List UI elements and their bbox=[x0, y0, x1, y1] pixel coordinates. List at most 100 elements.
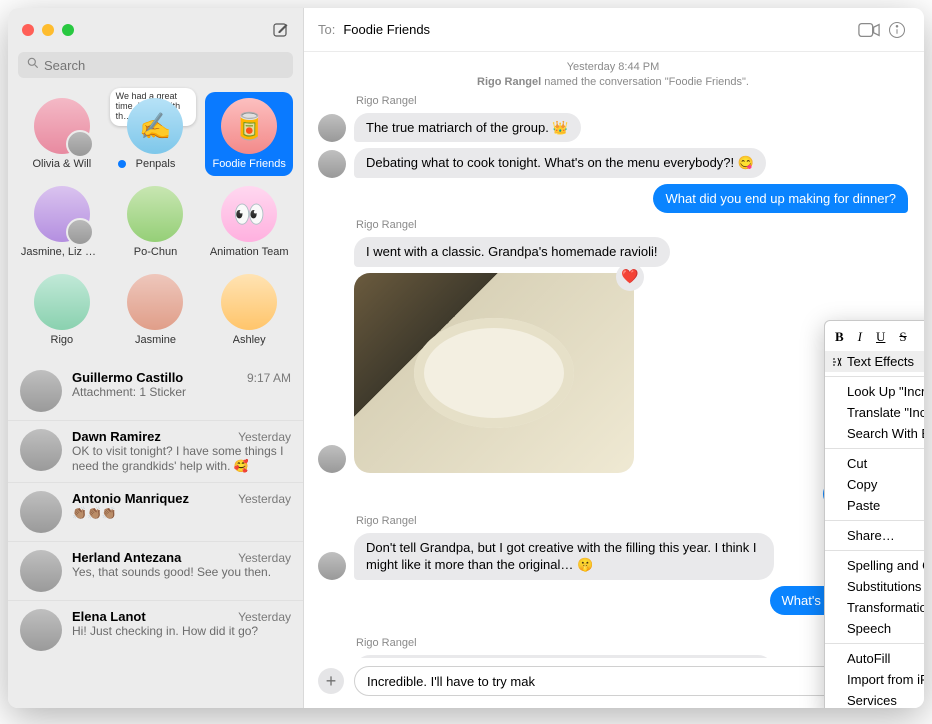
menu-text-effects[interactable]: Text Effects› bbox=[825, 351, 924, 372]
avatar bbox=[20, 370, 62, 412]
contact-name: Herland Antezana bbox=[72, 550, 181, 565]
pin-label: Rigo bbox=[51, 334, 74, 346]
message-bubble[interactable]: Don't tell Grandpa, but I got creative w… bbox=[354, 533, 774, 580]
pin-animation-team[interactable]: 👀 Animation Team bbox=[205, 180, 293, 264]
info-button[interactable] bbox=[888, 21, 910, 39]
menu-search-web[interactable]: Search With Ecosia bbox=[825, 423, 924, 444]
preview-text: Hi! Just checking in. How did it go? bbox=[72, 624, 291, 639]
list-item[interactable]: Herland AntezanaYesterday Yes, that soun… bbox=[8, 541, 303, 600]
preview-text: Yes, that sounds good! See you then. bbox=[72, 565, 291, 580]
avatar bbox=[20, 491, 62, 533]
contact-name: Antonio Manriquez bbox=[72, 491, 189, 506]
menu-label: Services bbox=[847, 693, 897, 708]
message-out: What did you end up making for dinner? bbox=[318, 184, 908, 214]
message-in: Don't tell Grandpa, but I got creative w… bbox=[318, 533, 908, 580]
message-image: ❤️ bbox=[318, 273, 908, 473]
menu-share[interactable]: Share… bbox=[825, 525, 924, 546]
message-bubble[interactable]: I went with a classic. Grandpa's homemad… bbox=[354, 237, 670, 267]
search-input[interactable] bbox=[18, 52, 293, 78]
avatar bbox=[34, 274, 90, 330]
menu-autofill[interactable]: AutoFill› bbox=[825, 648, 924, 669]
heart-tapback-icon[interactable]: ❤️ bbox=[616, 263, 644, 291]
avatar bbox=[318, 150, 346, 178]
context-menu: B I U S Text Effects› Look Up "Incredibl… bbox=[824, 320, 924, 708]
menu-transformations[interactable]: Transformations› bbox=[825, 597, 924, 618]
read-receipt: Read bbox=[318, 621, 908, 633]
minimize-window-button[interactable] bbox=[42, 24, 54, 36]
message-input[interactable] bbox=[354, 666, 882, 696]
message-bubble[interactable]: Debating what to cook tonight. What's on… bbox=[354, 148, 766, 178]
sender-label: Rigo Rangel bbox=[356, 95, 908, 107]
system-event: Rigo Rangel named the conversation "Food… bbox=[318, 75, 908, 90]
menu-copy[interactable]: Copy bbox=[825, 474, 924, 495]
menu-paste[interactable]: Paste bbox=[825, 495, 924, 516]
titlebar bbox=[8, 8, 303, 52]
pin-label: Olivia & Will bbox=[32, 158, 91, 170]
avatar bbox=[20, 550, 62, 592]
pinned-grid: Olivia & Will We had a great time. Home … bbox=[8, 86, 303, 362]
list-item[interactable]: Guillermo Castillo9:17 AM Attachment: 1 … bbox=[8, 362, 303, 420]
menu-label: Spelling and Grammar bbox=[847, 558, 924, 573]
preview-text: Attachment: 1 Sticker bbox=[72, 385, 291, 400]
video-call-button[interactable] bbox=[858, 22, 880, 38]
close-window-button[interactable] bbox=[22, 24, 34, 36]
timestamp: Yesterday bbox=[238, 610, 291, 624]
to-label: To: bbox=[318, 22, 335, 37]
menu-lookup[interactable]: Look Up "Incredible. I'll have to try…" bbox=[825, 381, 924, 402]
compose-button[interactable] bbox=[271, 21, 289, 39]
avatar bbox=[34, 186, 90, 242]
pin-penpals[interactable]: We had a great time. Home with th… ✍️ Pe… bbox=[112, 92, 200, 176]
list-item[interactable]: Antonio ManriquezYesterday 👏🏽👏🏽👏🏽 bbox=[8, 482, 303, 541]
list-item[interactable]: Elena Lanot Yesterday Hi! Just checking i… bbox=[8, 600, 303, 659]
list-item[interactable]: Dawn RamirezYesterday OK to visit tonigh… bbox=[8, 420, 303, 482]
menu-label: Cut bbox=[847, 456, 867, 471]
pin-rigo[interactable]: Rigo bbox=[18, 268, 106, 352]
app-window: Olivia & Will We had a great time. Home … bbox=[8, 8, 924, 708]
bold-button[interactable]: B bbox=[835, 329, 844, 345]
format-toolbar: B I U S bbox=[825, 325, 924, 351]
italic-button[interactable]: I bbox=[858, 329, 862, 345]
window-controls bbox=[22, 24, 74, 36]
avatar bbox=[127, 186, 183, 242]
menu-spelling[interactable]: Spelling and Grammar› bbox=[825, 555, 924, 576]
separator bbox=[825, 376, 924, 377]
pin-label: Foodie Friends bbox=[212, 158, 285, 170]
pin-olivia-will[interactable]: Olivia & Will bbox=[18, 92, 106, 176]
pin-foodie-friends[interactable]: 🥫 Foodie Friends bbox=[205, 92, 293, 176]
timestamp: 9:17 AM bbox=[247, 371, 291, 385]
text-effects-icon bbox=[831, 356, 843, 368]
message-bubble[interactable]: The true matriarch of the group. 👑 bbox=[354, 113, 581, 143]
menu-services[interactable]: Services› bbox=[825, 690, 924, 708]
menu-substitutions[interactable]: Substitutions› bbox=[825, 576, 924, 597]
menu-speech[interactable]: Speech› bbox=[825, 618, 924, 639]
menu-label: Speech bbox=[847, 621, 891, 636]
zoom-window-button[interactable] bbox=[62, 24, 74, 36]
add-attachment-button[interactable]: + bbox=[318, 668, 344, 694]
menu-translate[interactable]: Translate "Incredible. I'll have to try…… bbox=[825, 402, 924, 423]
message-bubble[interactable]: What did you end up making for dinner? bbox=[653, 184, 908, 214]
pin-jasmine[interactable]: Jasmine bbox=[112, 268, 200, 352]
message-in: I went with a classic. Grandpa's homemad… bbox=[318, 237, 908, 267]
avatar: 👀 bbox=[221, 186, 277, 242]
menu-label: Copy bbox=[847, 477, 877, 492]
avatar: 🥫 bbox=[221, 98, 277, 154]
image-attachment[interactable]: ❤️ bbox=[354, 273, 634, 473]
message-in: The true matriarch of the group. 👑 bbox=[318, 113, 908, 143]
menu-label: Text Effects bbox=[847, 354, 914, 369]
strikethrough-button[interactable]: S bbox=[899, 329, 906, 345]
pin-pochun[interactable]: Po-Chun bbox=[112, 180, 200, 264]
pin-label: Jasmine bbox=[135, 334, 176, 346]
menu-cut[interactable]: Cut bbox=[825, 453, 924, 474]
pin-ashley[interactable]: Ashley bbox=[205, 268, 293, 352]
contact-name: Elena Lanot bbox=[72, 609, 146, 624]
menu-label: Paste bbox=[847, 498, 880, 513]
sender-label: Rigo Rangel bbox=[356, 219, 908, 231]
timestamp: Yesterday bbox=[238, 492, 291, 506]
menu-import-from-device[interactable]: Import from iPhone or iPad› bbox=[825, 669, 924, 690]
menu-label: Look Up "Incredible. I'll have to try…" bbox=[847, 384, 924, 399]
message-bubble[interactable]: Add garlic to the butter, and then right… bbox=[354, 655, 774, 658]
underline-button[interactable]: U bbox=[876, 329, 885, 345]
pin-label: Ashley bbox=[233, 334, 266, 346]
menu-label: Search With Ecosia bbox=[847, 426, 924, 441]
pin-jasmine-liz[interactable]: Jasmine, Liz &… bbox=[18, 180, 106, 264]
